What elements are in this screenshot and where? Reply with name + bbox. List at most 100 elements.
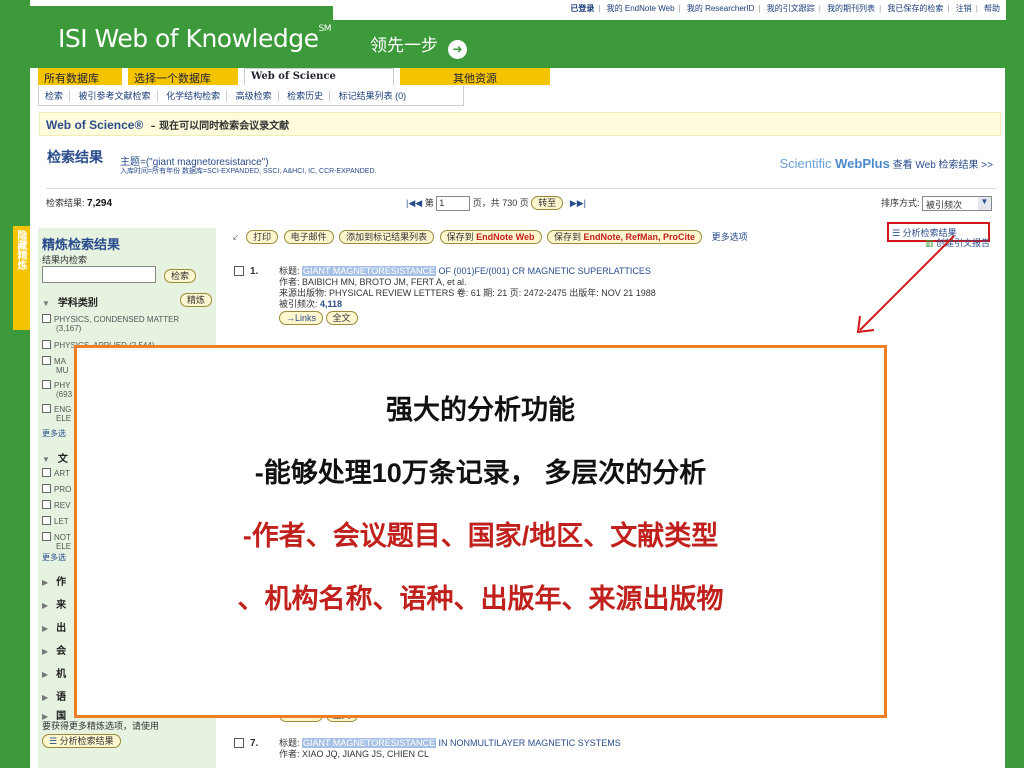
refine-title: 精炼检索结果 [42,237,121,252]
save-endnote-button[interactable]: 保存到 EndNote, RefMan, ProCite [547,230,703,244]
refine-section-year[interactable]: ▶ 出 [42,619,66,634]
endnote-web-link[interactable]: 我的 EndNote Web [607,4,675,13]
annotation-callout: 强大的分析功能 -能够处理10万条记录， 多层次的分析 -作者、会议题目、国家/… [74,345,887,718]
journal-list-link[interactable]: 我的期刊列表 [827,4,875,13]
list-icon: ☰ [892,228,903,238]
doctype-item[interactable]: NOT ELE [42,532,71,551]
top-links-bar: 已登录 | 我的 EndNote Web | 我的 ResearcherID | 我的… [333,0,1006,20]
category-item[interactable]: MA MU [42,356,68,375]
subnav-marked-list[interactable]: 标记结果列表 (0) [333,91,413,101]
record-title[interactable]: 标题: GIANT MAGNETORESISTANCE OF (001)FE/(… [279,266,959,277]
search-within-input[interactable] [42,266,156,283]
refine-section-source[interactable]: ▶ 来 [42,596,66,611]
more-options-link[interactable]: 更多选 [42,428,66,439]
doctype-item[interactable]: PRO [42,484,71,494]
corner-arrow-icon: ↙ [232,232,240,242]
first-page-icon[interactable]: |◀◀ [406,198,422,208]
callout-title: 强大的分析功能 [386,395,575,425]
tab-other-resources[interactable]: 其他资源 [400,68,550,85]
category-item[interactable]: PHY (693 [42,380,72,399]
search-within-button[interactable]: 检索 [164,269,197,283]
search-within-label: 结果内检索 [42,255,88,265]
email-button[interactable]: 电子邮件 [283,230,334,244]
go-arrow-icon: ➜ [448,40,467,59]
more-options-link[interactable]: 更多选项 [712,232,748,242]
bar-chart-icon: ▥ [924,238,936,248]
doctype-item[interactable]: REV [42,500,70,510]
slogan: 领先一步 ➜ [370,31,467,59]
pager: |◀◀ 第 1 页，共 730 页 转至 ▶▶| [406,196,586,212]
print-button[interactable]: 打印 [246,230,279,244]
category-item[interactable]: ENG ELE [42,404,71,423]
webplus-logo: Scientific WebPlus [779,156,890,171]
list-icon: ☰ [49,736,60,746]
results-header: 检索结果 主题=("giant magnetoresistance") 入库时间… [39,141,1001,191]
doctype-section[interactable]: ▼ 文 [42,450,68,465]
hide-refine-tab[interactable]: 隐藏精炼 [13,226,30,330]
sort-select[interactable]: 被引频次 ▼ [922,196,992,212]
collapse-triangle-icon[interactable]: ▼ [42,299,50,308]
page-input[interactable]: 1 [436,196,471,212]
more-options-link[interactable]: 更多选 [42,552,66,563]
record-title[interactable]: 标题: GIANT MAGNETORESISTANCE IN NONMULTIL… [279,738,959,749]
subnav-advanced[interactable]: 高级检索 [229,91,279,101]
sort-control: 排序方式: 被引频次 ▼ [881,196,992,212]
subnav-search[interactable]: 检索 [39,91,71,101]
fulltext-button[interactable]: 全文 [325,311,358,325]
logged-in-label: 已登录 [570,4,595,13]
refine-section-conference[interactable]: ▶ 会 [42,642,66,657]
chevron-down-icon: ▼ [978,197,991,211]
left-margin [0,68,30,768]
record-authors: 作者: BAIBICH MN, BROTO JM, FERT A, et al. [279,277,467,287]
analyze-results-button[interactable]: ☰ 分析检索结果 [42,734,121,748]
record-checkbox[interactable] [234,738,244,748]
result-record: 1. 标题: GIANT MAGNETORESISTANCE OF (001)F… [234,266,656,325]
next-page-icon[interactable]: ▶▶| [570,198,586,208]
wos-title: Web of Science® [46,118,144,132]
links-button[interactable]: →Links [279,311,324,325]
wos-banner: Web of Science® – 现在可以同时检索会议录文献 [39,112,1001,136]
go-button[interactable]: 转至 [531,196,564,210]
help-link[interactable]: 帮助 [984,4,1000,13]
page-total: 页，共 730 页 [472,198,529,208]
subnav-history[interactable]: 检索历史 [281,91,331,101]
tab-all-databases[interactable]: 所有数据库 [38,68,122,85]
researcherid-link[interactable]: 我的 ResearcherID [687,4,755,13]
search-subnav: 检索 被引参考文献检索 化学结构检索 高级检索 检索历史 标记结果列表 (0) [38,86,464,106]
tab-web-of-science[interactable]: Web of Science [244,68,394,85]
logout-link[interactable]: 注销 [956,4,972,13]
refine-section-institution[interactable]: ▶ 机 [42,665,66,680]
result-count: 7,294 [87,198,113,209]
record-source: 来源出版物: PHYSICAL REVIEW LETTERS 卷: 61 期: … [279,288,656,298]
category-section: ▼ 学科类别 精炼 [42,293,212,309]
result-record: 7. 标题: GIANT MAGNETORESISTANCE IN NONMUL… [234,738,621,759]
save-endnote-web-button[interactable]: 保存到 EndNote Web [439,230,542,244]
category-item[interactable]: PHYSICS, CONDENSED MATTER (3,167) [42,314,179,333]
results-count-bar: 检索结果: 7,294 |◀◀ 第 1 页，共 730 页 转至 ▶▶| 排序方… [46,196,996,216]
record-citations: 被引频次: 4,118 [279,299,343,309]
top-strip [30,0,333,6]
callout-line: -作者、会议题目、国家/地区、文献类型 [242,521,719,551]
add-marked-button[interactable]: 添加到标记结果列表 [339,230,435,244]
refine-section-author[interactable]: ▶ 作 [42,573,66,588]
wos-note: – 现在可以同时检索会议录文献 [150,121,290,132]
refine-section-language[interactable]: ▶ 语 [42,688,66,703]
record-checkbox[interactable] [234,266,244,276]
right-margin [1005,68,1024,768]
callout-line: -能够处理10万条记录， 多层次的分析 [254,458,707,488]
subnav-cited-ref[interactable]: 被引参考文献检索 [72,91,158,101]
subnav-structure[interactable]: 化学结构检索 [160,91,228,101]
isi-logo[interactable]: ISI Web of KnowledgeSM [58,24,331,53]
saved-searches-link[interactable]: 我已保存的检索 [887,4,943,13]
doctype-item[interactable]: ART [42,468,70,478]
webplus-link[interactable]: Scientific WebPlus 查看 Web 检索结果 >> [780,156,994,171]
citation-alert-link[interactable]: 我的引文跟踪 [767,4,815,13]
citation-report-link[interactable]: ▥ 创建引文报告 [925,236,990,249]
query-details: 入库时间=所有年份 数据库=SCI-EXPANDED, SSCI, A&HCI,… [120,168,377,175]
more-refine-hint: 要获得更多精炼选项，请使用 [42,721,160,731]
refine-button[interactable]: 精炼 [179,293,212,307]
count-label: 检索结果: [46,198,85,208]
record-authors: 作者: XIAO JQ, JIANG JS, CHIEN CL [279,749,430,759]
tab-select-database[interactable]: 选择一个数据库 [128,68,238,85]
doctype-item[interactable]: LET [42,516,69,526]
